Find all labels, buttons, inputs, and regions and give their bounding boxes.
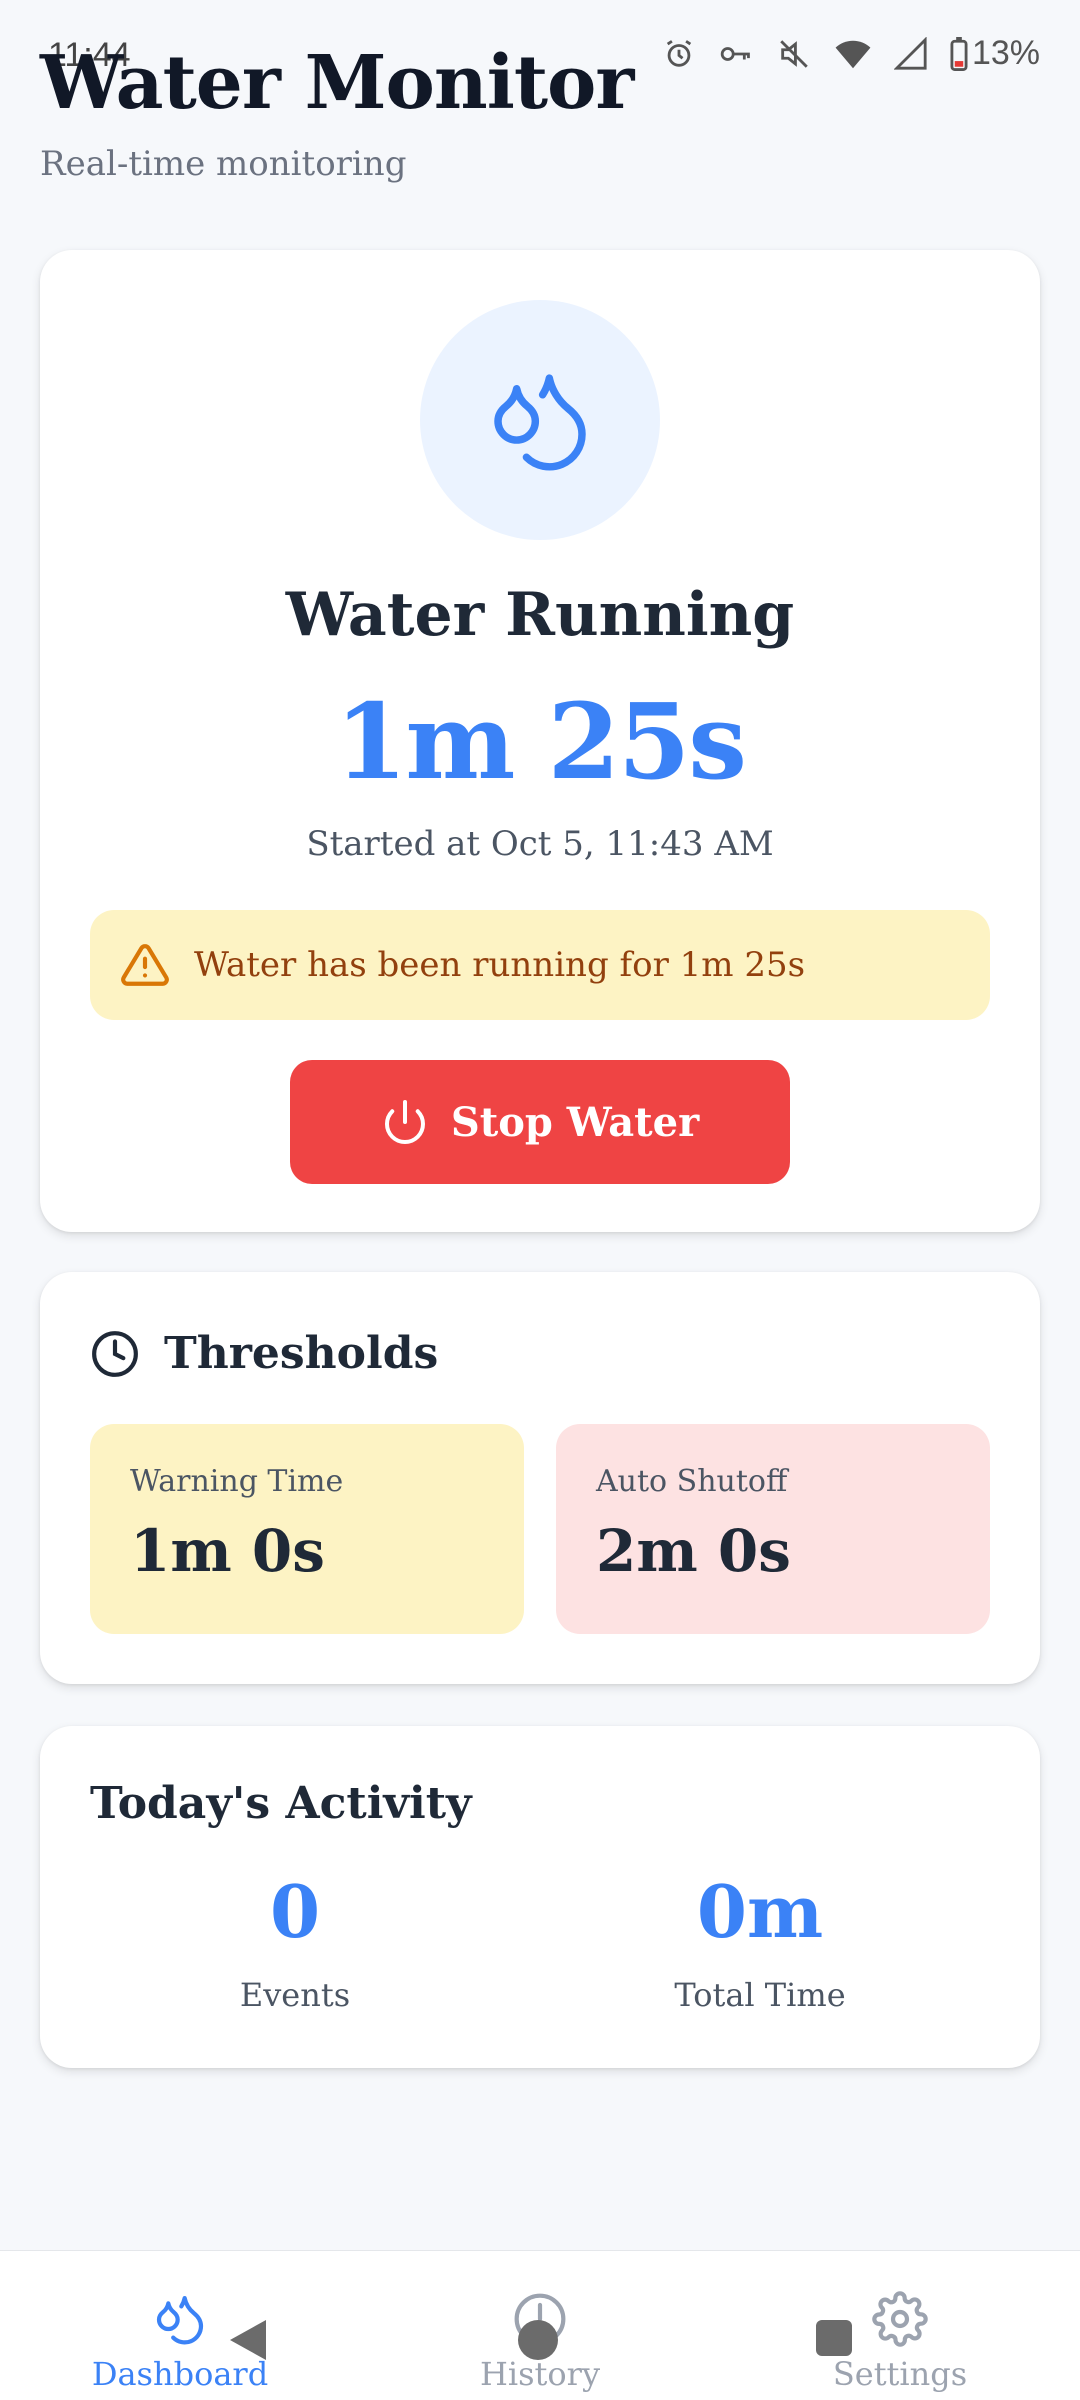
page-subtitle: Real-time monitoring (40, 144, 407, 184)
water-drops-icon (156, 2295, 204, 2345)
thresholds-card: Thresholds Warning Time 1m 0s Auto Shuto… (40, 1272, 1040, 1684)
battery-level: 13% (971, 34, 1040, 72)
total-time-stat: 0m Total Time (560, 1869, 960, 2015)
running-timer: 1m 25s (335, 680, 747, 803)
nav-settings[interactable]: Settings (750, 2291, 1050, 2393)
events-stat: 0 Events (95, 1869, 495, 2015)
clock-icon (92, 1330, 138, 1377)
thresholds-header: Thresholds (90, 1328, 438, 1379)
status-title: Water Running (285, 580, 795, 650)
nav-dashboard-label: Dashboard (91, 2355, 269, 2393)
nav-dashboard[interactable]: Dashboard (30, 2291, 330, 2393)
stop-water-label: Stop Water (450, 1098, 700, 1146)
warning-alert: Water has been running for 1m 25s (90, 910, 990, 1020)
power-icon (384, 1100, 425, 1144)
warning-time-box: Warning Time 1m 0s (90, 1424, 524, 1634)
warning-icon (121, 944, 169, 986)
warning-text: Water has been running for 1m 25s (194, 945, 806, 985)
system-home-icon[interactable] (518, 2320, 558, 2360)
events-value: 0 (269, 1869, 321, 1954)
events-label: Events (239, 1976, 351, 2014)
status-icons: 13% (662, 34, 1040, 73)
activity-card: Today's Activity 0 Events 0m Total Time (40, 1726, 1040, 2068)
thresholds-title: Thresholds (164, 1328, 439, 1379)
mute-icon (780, 39, 808, 68)
total-time-value: 0m (696, 1869, 824, 1954)
nav-settings-label: Settings (832, 2355, 968, 2393)
signal-icon (893, 36, 927, 70)
auto-shutoff-label: Auto Shutoff (596, 1464, 788, 1499)
status-icon-circle (420, 300, 660, 540)
gear-icon (872, 2291, 928, 2347)
water-drops-icon (494, 374, 586, 471)
system-back-icon[interactable] (226, 2316, 270, 2364)
auto-shutoff-value: 2m 0s (596, 1517, 791, 1585)
page-title: Water Monitor (40, 40, 634, 126)
started-time: Started at Oct 5, 11:43 AM (306, 824, 774, 864)
nav-history-label: History (479, 2355, 601, 2393)
wifi-icon (835, 40, 871, 68)
alarm-icon (666, 39, 692, 67)
battery-icon (950, 36, 968, 71)
auto-shutoff-box: Auto Shutoff 2m 0s (556, 1424, 990, 1634)
activity-title: Today's Activity (90, 1778, 472, 1829)
stop-water-button[interactable]: Stop Water (290, 1060, 790, 1184)
warning-time-value: 1m 0s (130, 1517, 325, 1585)
vpn-key-icon (720, 46, 750, 61)
total-time-label: Total Time (674, 1976, 846, 2014)
system-recents-icon[interactable] (816, 2320, 852, 2356)
status-card: Water Running 1m 25s Started at Oct 5, 1… (40, 250, 1040, 1232)
warning-time-label: Warning Time (130, 1464, 344, 1499)
